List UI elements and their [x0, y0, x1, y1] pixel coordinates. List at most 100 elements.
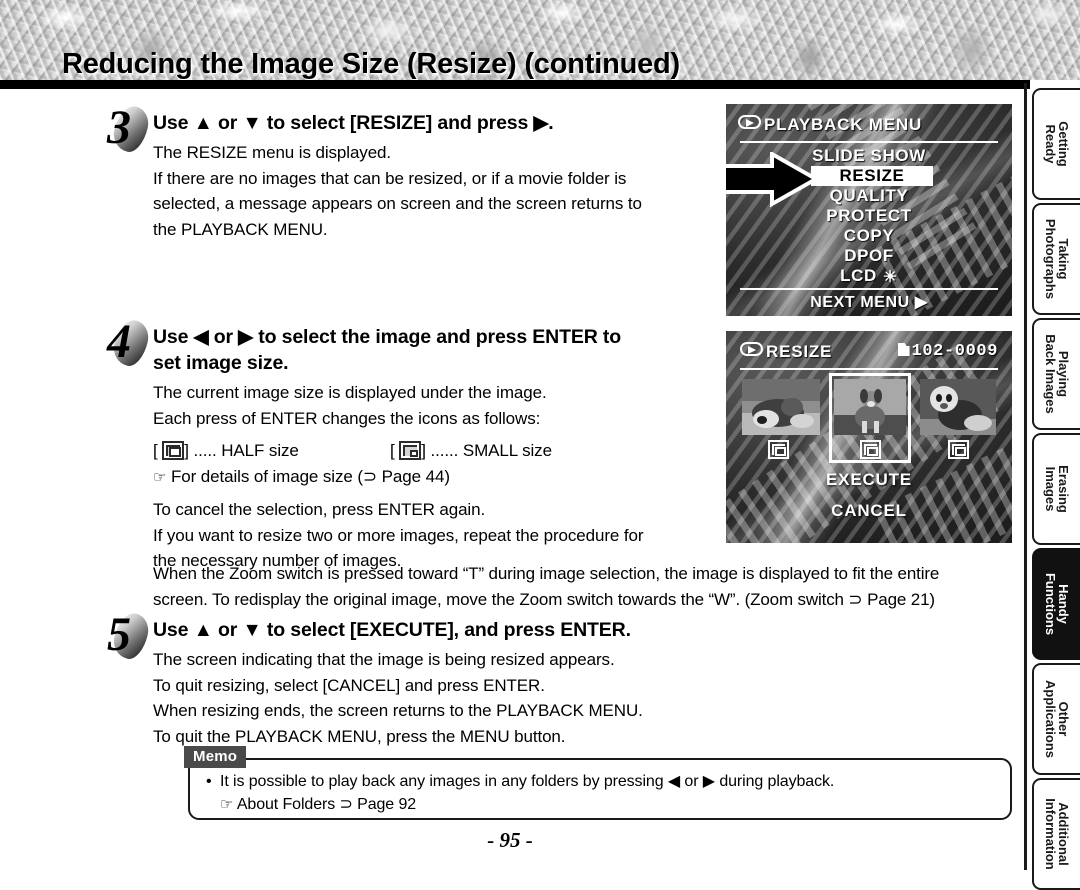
thumbnail-left-image: [742, 379, 820, 435]
menu-item-copy[interactable]: COPY: [726, 226, 1012, 246]
sidebar-item-other-applications[interactable]: Other Applications: [1032, 663, 1080, 775]
thumbnail-center[interactable]: [834, 379, 906, 435]
tab-label-line2: Images: [1043, 466, 1058, 512]
tab-label: Handy Functions: [1043, 572, 1071, 636]
tab-label: Other Applications: [1043, 679, 1071, 759]
step-4-line-2: Each press of ENTER changes the icons as…: [153, 408, 541, 428]
lcd-title-text: RESIZE: [766, 342, 833, 361]
lcd-title: PLAYBACK MENU: [738, 115, 922, 135]
size-reference-line: ☞ For details of image size (⊃ Page 44): [153, 464, 643, 491]
tab-label: Playing Back Images: [1043, 334, 1071, 414]
tab-label-line1: Handy: [1056, 584, 1071, 624]
step-3-line-4: the PLAYBACK MENU.: [153, 219, 328, 239]
header-rule: [0, 80, 1030, 89]
cancel-button[interactable]: CANCEL: [726, 501, 1012, 521]
lcd-divider-top: [740, 368, 998, 370]
tab-label-line1: Erasing: [1056, 465, 1071, 513]
small-size-icon: [399, 441, 422, 460]
tab-label-line1: Taking: [1056, 238, 1071, 280]
memo-tag: Memo: [184, 746, 247, 768]
zoom-switch-note-line-1: When the Zoom switch is pressed toward “…: [153, 564, 940, 583]
sidebar-item-handy-functions[interactable]: Handy Functions: [1032, 548, 1080, 660]
tab-label: Erasing Images: [1043, 465, 1071, 513]
step-5-heading: Use ▲ or ▼ to select [EXECUTE], and pres…: [153, 619, 631, 641]
menu-item-resize[interactable]: RESIZE: [811, 166, 933, 186]
tab-label-line1: Other: [1056, 701, 1071, 737]
tab-label: Getting Ready: [1043, 121, 1071, 167]
step-number-digit: 5: [107, 608, 131, 661]
step-3-line-3: selected, a message appears on screen an…: [153, 194, 642, 213]
sidebar-item-erasing-images[interactable]: Erasing Images: [1032, 433, 1080, 545]
step-5-line-3: When resizing ends, the screen returns t…: [153, 701, 643, 720]
file-number: 102-0009: [897, 342, 998, 361]
page-header: Reducing the Image Size (Resize) (contin…: [0, 0, 1080, 80]
zoom-switch-note: When the Zoom switch is pressed toward “…: [153, 561, 939, 612]
execute-button[interactable]: EXECUTE: [726, 470, 1012, 490]
lcd-title-text: PLAYBACK MENU: [764, 115, 923, 134]
tab-label-line2: Functions: [1043, 572, 1058, 636]
step-3-line-2: If there are no images that can be resiz…: [153, 168, 627, 188]
sidebar-item-getting-ready[interactable]: Getting Ready: [1032, 88, 1080, 200]
half-size-icon-inner: [775, 447, 786, 456]
small-size-suffix: ] ...... SMALL size: [421, 441, 552, 460]
step-number-badge: 3: [95, 101, 153, 160]
tab-label-line1: Getting: [1056, 121, 1071, 167]
page-number: - 95 -: [487, 828, 533, 852]
sidebar-item-playing-back-images[interactable]: Playing Back Images: [1032, 318, 1080, 430]
half-size-icon-inner: [955, 447, 966, 456]
lcd-playback-menu-screen: PLAYBACK MENU SLIDE SHOW RESIZE QUALITY …: [726, 104, 1012, 316]
step-3-body: The RESIZE menu is displayed. If there a…: [153, 140, 642, 242]
step-4-heading-line1: Use ◀ or ▶ to select the image and press…: [153, 326, 622, 348]
step-5-line-1: The screen indicating that the image is …: [153, 650, 615, 669]
step-4-more-line-2: If you want to resize two or more images…: [153, 525, 644, 545]
next-menu-label[interactable]: NEXT MENU ▶: [726, 292, 1012, 312]
step-number-digit: 4: [107, 315, 131, 368]
step-4-heading-line2: set image size.: [153, 352, 289, 374]
thumbnail-right-image: [920, 379, 996, 435]
step-5-line-2: To quit resizing, select [CANCEL] and pr…: [153, 675, 545, 695]
half-size-icon-right: [948, 440, 969, 459]
step-number-badge: 5: [95, 608, 153, 667]
zoom-switch-note-line-2: screen. To redisplay the original image,…: [153, 589, 935, 609]
sidebar-item-additional-information[interactable]: Additional Information: [1032, 778, 1080, 890]
sun-brightness-icon: ☀: [882, 269, 898, 286]
step-number-digit: 3: [107, 101, 131, 154]
pointing-hand-icon: ☞: [153, 468, 167, 486]
lcd-resize-screen: RESIZE 102-0009 EXECUTE CANCEL: [726, 331, 1012, 543]
black-pointer-arrow-icon: [726, 152, 818, 208]
memo-reference-line: ☞ About Folders ⊃ Page 92: [206, 793, 834, 816]
tab-label-line2: Information: [1043, 798, 1058, 870]
menu-item-lcd[interactable]: LCD ☀: [726, 266, 1012, 287]
step-4-line-1: The current image size is displayed unde…: [153, 383, 547, 402]
lcd-divider-top: [740, 141, 998, 143]
half-size-prefix: [: [153, 441, 158, 460]
folder-icon: [897, 343, 910, 356]
thumbnail-left[interactable]: [742, 379, 820, 435]
pointing-hand-icon: ☞: [220, 796, 234, 813]
sidebar-item-taking-photographs[interactable]: Taking Photographs: [1032, 203, 1080, 315]
small-size-prefix: [: [390, 441, 395, 460]
thumbnail-right[interactable]: [920, 379, 996, 435]
menu-item-dpof[interactable]: DPOF: [726, 246, 1012, 266]
page-title: Reducing the Image Size (Resize) (contin…: [62, 48, 680, 80]
tab-label-line2: Photographs: [1043, 218, 1058, 300]
step-3-line-1: The RESIZE menu is displayed.: [153, 143, 392, 162]
memo-reference-text: About Folders ⊃ Page 92: [236, 796, 417, 813]
menu-item-protect[interactable]: PROTECT: [726, 206, 1012, 226]
lcd-content: PLAYBACK MENU SLIDE SHOW RESIZE QUALITY …: [726, 104, 1012, 316]
memo-bullet-line: • It is possible to play back any images …: [206, 770, 834, 793]
half-size-icon-center: [860, 440, 881, 459]
side-tab-column: Getting Ready Taking Photographs Playing…: [1024, 0, 1080, 890]
file-number-text: 102-0009: [911, 342, 998, 361]
step-number-badge: 4: [95, 315, 153, 374]
memo-body: • It is possible to play back any images …: [206, 770, 834, 816]
step-5-body: The screen indicating that the image is …: [153, 647, 643, 749]
size-reference-text: For details of image size (⊃ Page 44): [170, 466, 450, 486]
size-icon-row: [ ] ..... HALF size [ ] ...... SMALL siz…: [153, 438, 643, 464]
tab-label-line2: Applications: [1043, 679, 1058, 759]
thumbnail-center-image: [834, 379, 906, 435]
playback-badge-icon: [740, 342, 763, 356]
tab-spine: [1024, 83, 1027, 870]
